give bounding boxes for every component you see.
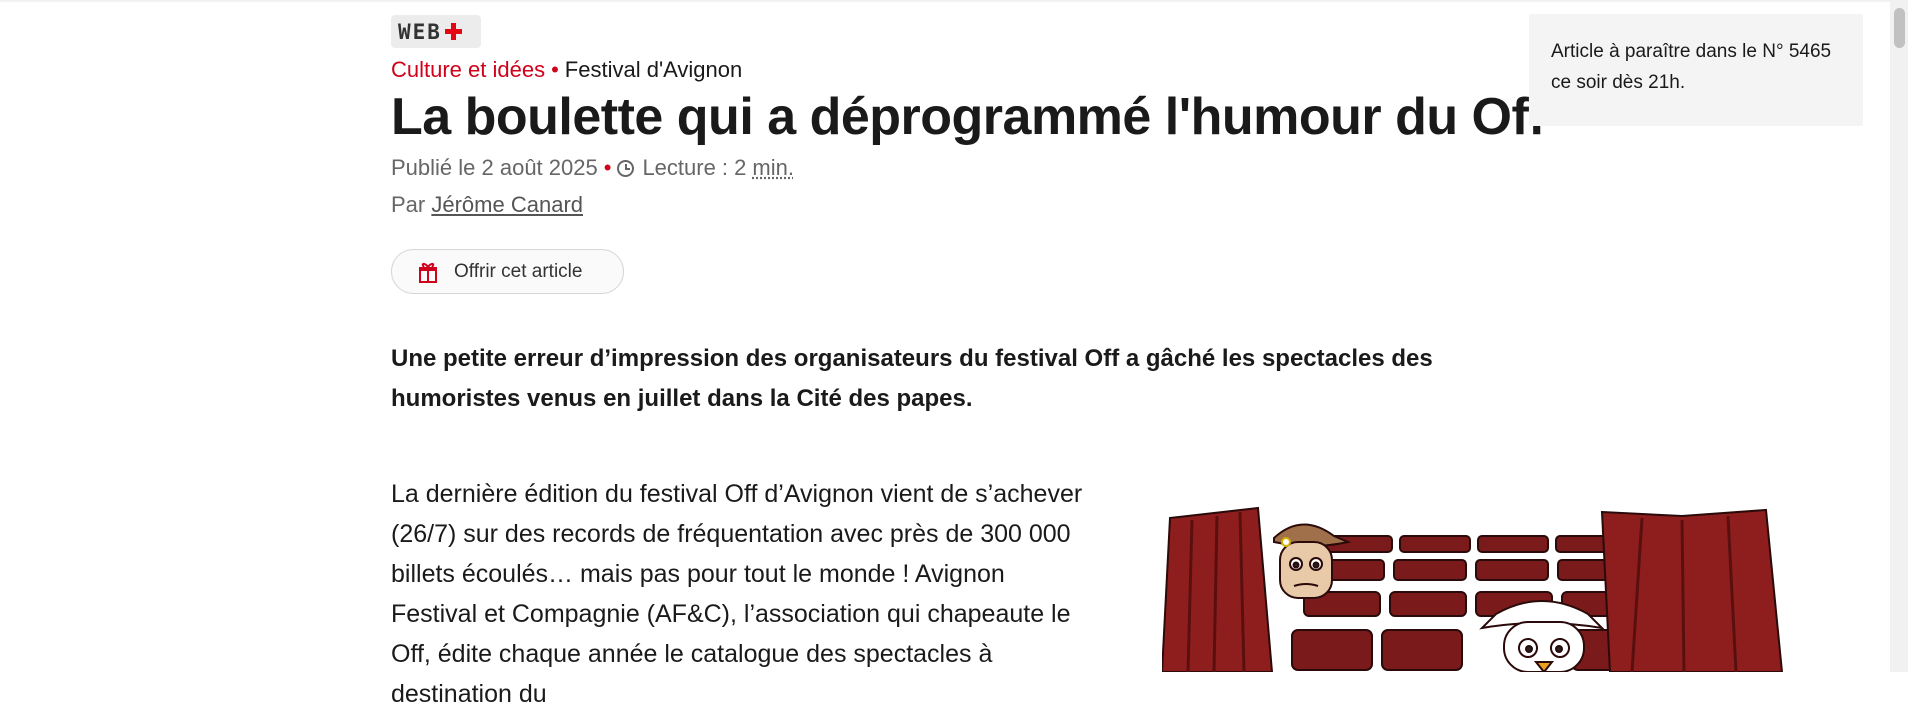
reading-time: Lecture : 2	[642, 155, 747, 180]
gift-icon	[419, 262, 437, 283]
theater-drawing	[1162, 498, 1814, 672]
article-lead: Une petite erreur d’impression des organ…	[391, 345, 1433, 412]
clock-icon	[617, 159, 635, 177]
author-link[interactable]: Jérôme Canard	[431, 192, 583, 217]
web-badge: WEB	[391, 15, 481, 48]
page-title: La boulette qui a déprogrammé l'humour d…	[391, 88, 1546, 146]
scrollbar-thumb[interactable]	[1894, 8, 1905, 48]
top-shadow	[0, 0, 1890, 3]
byline-prefix: Par	[391, 192, 426, 217]
sub-rubrique-link[interactable]: Festival d'Avignon	[565, 57, 742, 82]
article-meta: Publié le 2 août 2025 • Lecture : 2 min.	[391, 155, 794, 181]
web-badge-label: WEB	[398, 19, 442, 44]
kicker-separator: •	[551, 57, 559, 82]
publish-date: Publié le 2 août 2025	[391, 155, 598, 180]
rubrique-link[interactable]: Culture et idées	[391, 57, 545, 82]
article-body: La dernière édition du festival Off d’Av…	[391, 480, 1083, 708]
meta-separator: •	[603, 155, 612, 180]
byline: Par Jérôme Canard	[391, 192, 583, 218]
issue-notice-text: Article à paraître dans le N° 5465 ce so…	[1551, 41, 1832, 93]
reading-time-unit: min.	[752, 155, 794, 180]
breadcrumb: Culture et idées • Festival d'Avignon	[391, 57, 742, 83]
article-illustration	[1162, 498, 1814, 672]
issue-notice-box: Article à paraître dans le N° 5465 ce so…	[1529, 14, 1863, 126]
offer-article-label: Offrir cet article	[454, 260, 583, 282]
red-cross-icon	[444, 23, 462, 40]
scrollbar[interactable]	[1890, 0, 1908, 672]
offer-article-button[interactable]: Offrir cet article	[391, 249, 624, 294]
